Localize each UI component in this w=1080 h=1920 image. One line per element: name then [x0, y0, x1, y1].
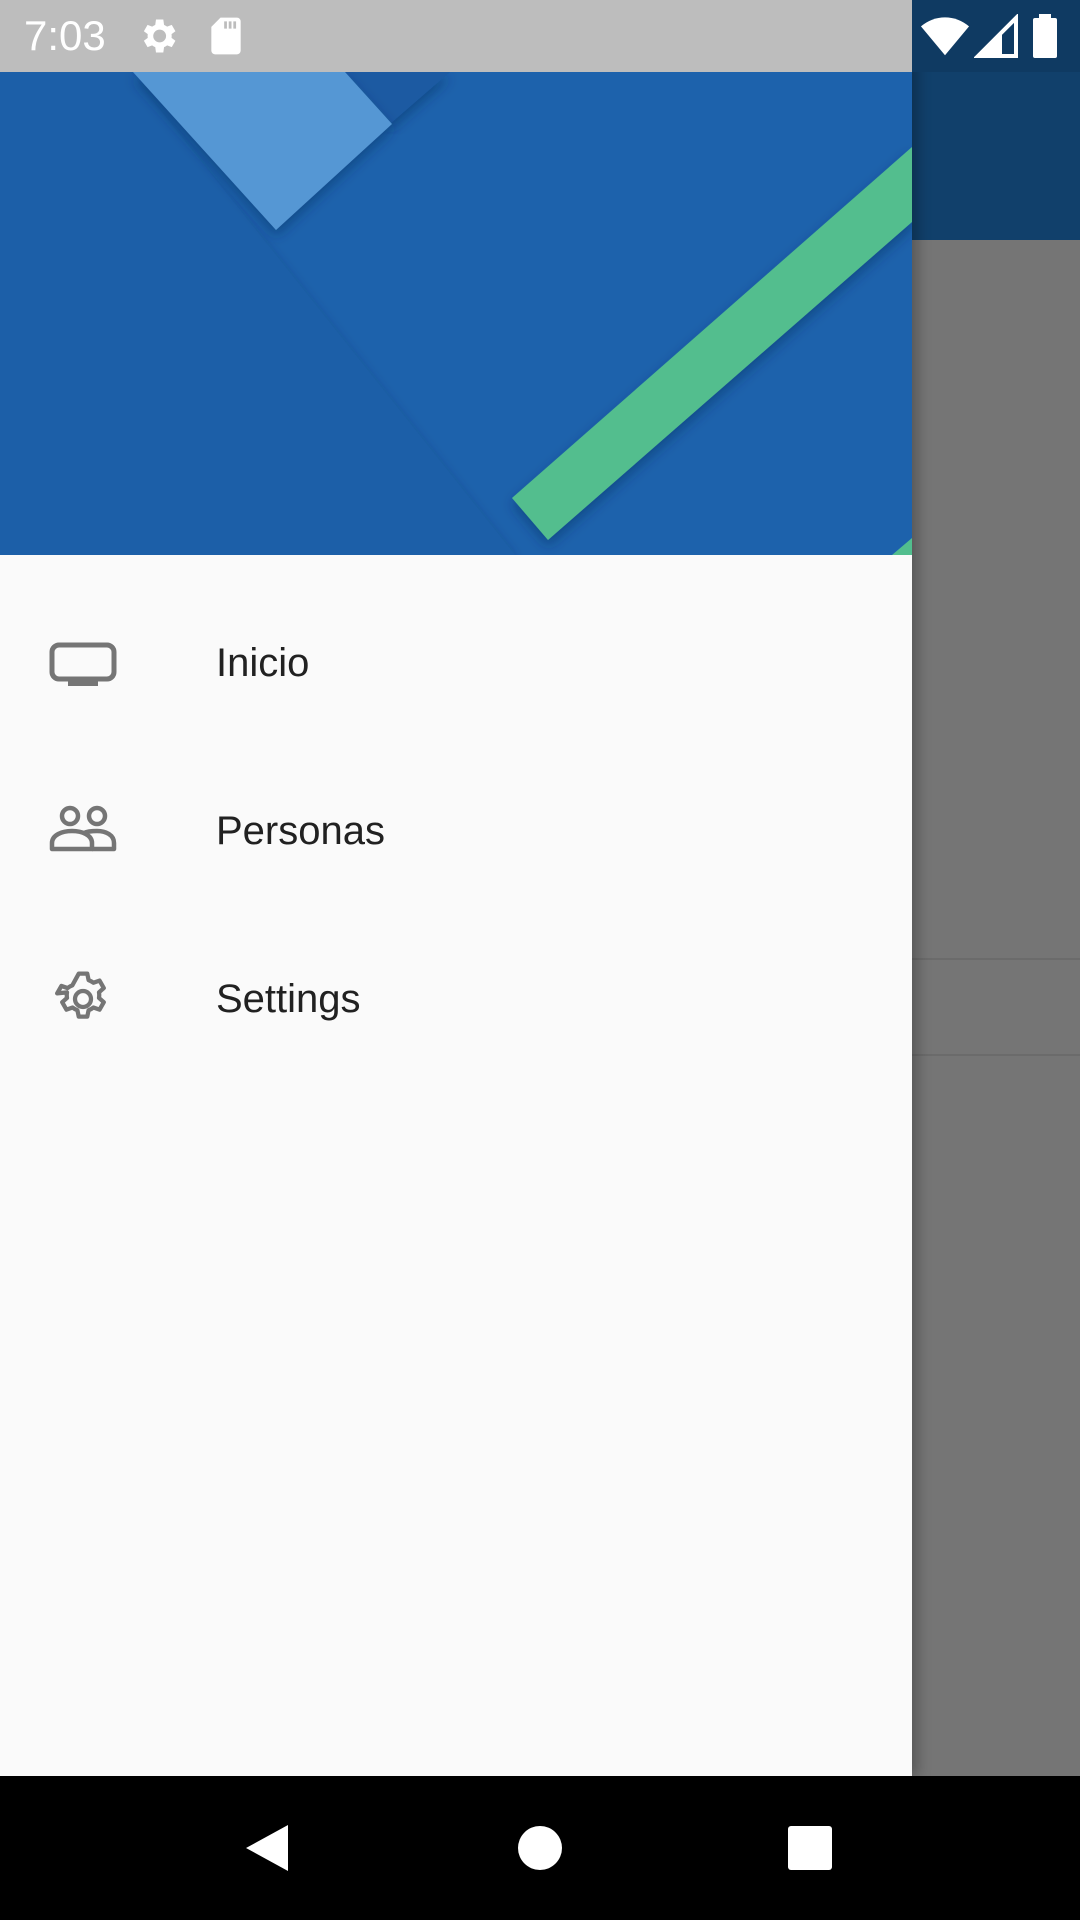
menu-item-label: Personas: [216, 809, 385, 853]
people-icon: [48, 799, 118, 863]
battery-icon: [1030, 14, 1060, 58]
menu-item-inicio[interactable]: Inicio: [0, 579, 912, 747]
navigation-bar: [0, 1776, 1080, 1920]
sd-card-icon: [204, 14, 248, 58]
drawer-menu: Inicio Personas Settings: [0, 579, 912, 1083]
menu-item-personas[interactable]: Personas: [0, 747, 912, 915]
list-divider: [912, 958, 1080, 960]
menu-item-settings[interactable]: Settings: [0, 915, 912, 1083]
recents-icon[interactable]: [760, 1798, 860, 1898]
settings-gear-icon: [48, 967, 118, 1031]
menu-item-label: Settings: [216, 977, 361, 1021]
home-icon[interactable]: [490, 1798, 590, 1898]
menu-item-label: Inicio: [216, 641, 310, 685]
cell-signal-icon: [973, 13, 1018, 58]
list-divider: [912, 1054, 1080, 1056]
status-time: 7:03: [24, 12, 106, 59]
drawer-header-image: [0, 72, 912, 555]
navigation-drawer: Inicio Personas Settings: [0, 0, 912, 1776]
wifi-icon: [920, 14, 970, 58]
status-bar: 7:03: [0, 0, 1080, 72]
gear-icon: [136, 14, 180, 58]
screen: 7:03 Inicio Personas Settings: [0, 0, 1080, 1920]
back-icon[interactable]: [218, 1798, 318, 1898]
tv-icon: [48, 631, 118, 695]
